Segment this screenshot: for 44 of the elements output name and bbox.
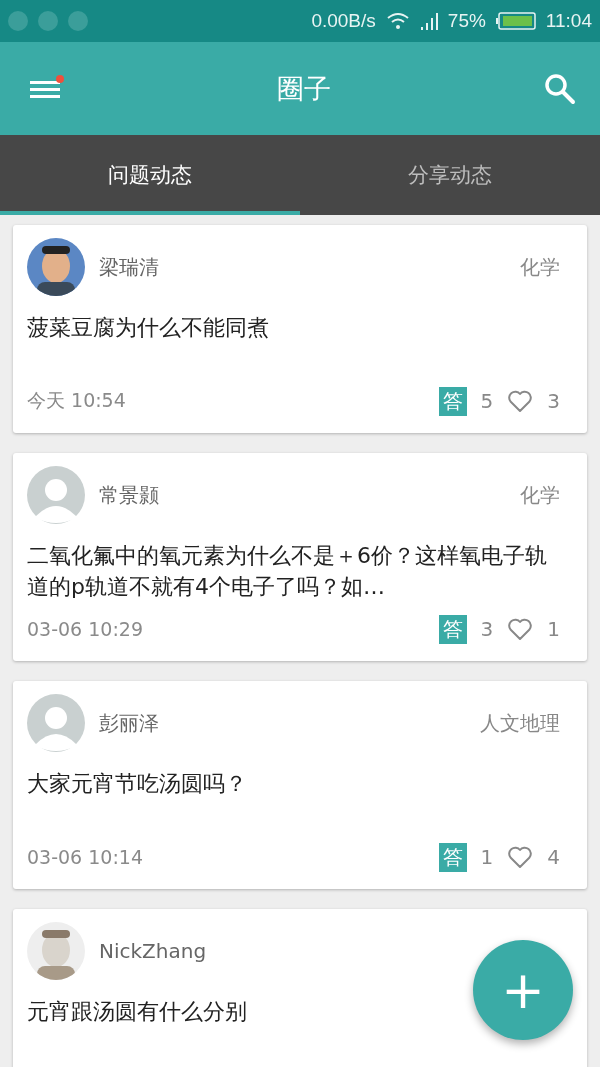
author-name: 梁瑞清 [99, 253, 159, 281]
author-name: 常景颢 [99, 481, 159, 509]
notification-icon [8, 11, 28, 31]
like-count: 3 [547, 389, 560, 413]
author-name: NickZhang [99, 939, 207, 963]
like-count: 4 [547, 845, 560, 869]
post-time: 03-06 10:29 [27, 618, 143, 640]
category-label: 化学 [520, 253, 560, 281]
avatar-icon [27, 694, 85, 752]
post-card[interactable]: 常景颢 化学 二氧化氟中的氧元素为什么不是＋6价？这样氧电子轨道的p轨道不就有4个电子了吗？如… 03-06 10:29 答 3 1 [13, 453, 587, 661]
battery-percent: 75% [447, 10, 486, 32]
heart-icon[interactable] [507, 845, 534, 869]
answer-count: 5 [480, 389, 494, 413]
category-label: 化学 [520, 481, 560, 509]
post-card[interactable]: 梁瑞清 化学 菠菜豆腐为什么不能同煮 今天 10:54 答 5 3 [13, 225, 587, 433]
question-title: 二氧化氟中的氧元素为什么不是＋6价？这样氧电子轨道的p轨道不就有4个电子了吗？如… [27, 542, 548, 601]
network-speed: 0.00B/s [311, 10, 376, 32]
notification-icon [38, 11, 58, 31]
tab[interactable]: 问题动态 [0, 135, 300, 215]
question-title: 元宵跟汤圆有什么分别 [27, 998, 248, 1026]
like-count: 1 [547, 617, 560, 641]
wifi-icon [385, 12, 410, 30]
heart-icon[interactable] [507, 617, 534, 641]
answer-count: 1 [480, 845, 494, 869]
post-card[interactable]: 彭丽泽 人文地理 大家元宵节吃汤圆吗？ 03-06 10:14 答 1 4 [13, 681, 587, 889]
author-name: 彭丽泽 [99, 709, 159, 737]
answer-tag: 答 [438, 842, 467, 872]
post-time: 03-06 10:14 [27, 846, 143, 868]
post-time: 今天 10:54 [27, 388, 126, 413]
answer-count: 3 [480, 617, 494, 641]
clock: 11:04 [545, 10, 592, 32]
avatar-icon [27, 466, 85, 524]
notification-icon [68, 11, 88, 31]
heart-icon[interactable] [507, 389, 534, 413]
page-title: 圈子 [277, 71, 331, 106]
question-title: 大家元宵节吃汤圆吗？ [27, 770, 248, 798]
question-title: 菠菜豆腐为什么不能同煮 [27, 314, 270, 342]
battery-icon [495, 12, 536, 30]
answer-tag: 答 [438, 386, 467, 416]
answer-tag: 答 [438, 614, 467, 644]
category-label: 人文地理 [480, 709, 560, 737]
tab[interactable]: 分享动态 [300, 135, 600, 215]
search-button[interactable] [544, 72, 576, 105]
signal-icon [419, 12, 438, 30]
